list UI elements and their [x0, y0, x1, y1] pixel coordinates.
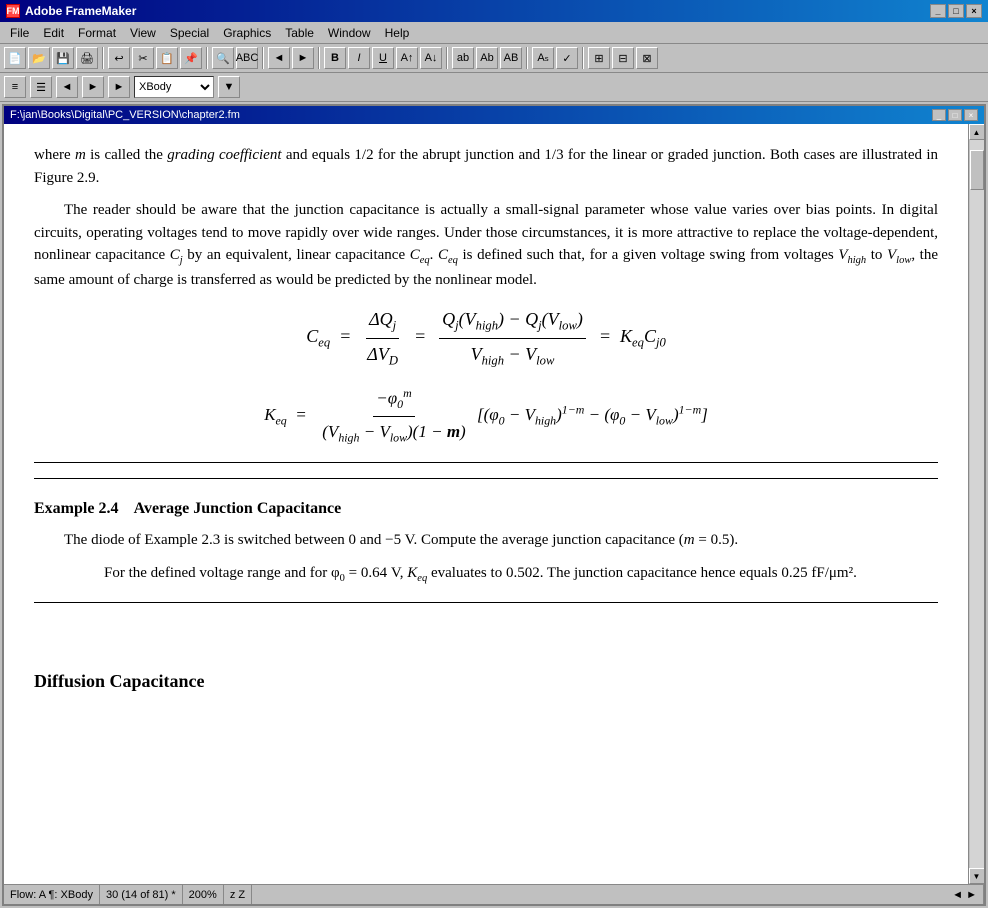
section-heading: Diffusion Capacitance — [34, 668, 938, 695]
scroll-down-button[interactable]: ▼ — [969, 868, 985, 884]
doc-window-controls: _ □ × — [932, 109, 978, 121]
dropdown-arrow[interactable]: ▼ — [218, 76, 240, 98]
menu-view[interactable]: View — [124, 24, 162, 42]
formula-ceq: Ceq = ΔQj ΔVD = Qj(Vhigh) − Qj(Vlow) Vhi… — [34, 306, 938, 370]
spell-button[interactable]: ABC — [236, 47, 258, 69]
char-style3[interactable]: AB — [500, 47, 522, 69]
doc-minimize[interactable]: _ — [932, 109, 946, 121]
scroll-thumb[interactable] — [970, 150, 984, 190]
cut-button[interactable]: ✂ — [132, 47, 154, 69]
align-center[interactable]: ☰ — [30, 76, 52, 98]
doc-title-bar: F:\jan\Books\Digital\PC_VERSION\chapter2… — [4, 106, 984, 124]
paragraph-style-dropdown[interactable]: XBody — [134, 76, 214, 98]
larger-font[interactable]: A↑ — [396, 47, 418, 69]
doc-close[interactable]: × — [964, 109, 978, 121]
scroll-right-btn[interactable]: ► — [966, 889, 977, 901]
intro-paragraph: where m is called the grading coefficien… — [34, 144, 938, 189]
grading-coeff: grading coefficient — [167, 147, 281, 163]
divider2 — [34, 602, 938, 603]
separator6 — [526, 47, 528, 69]
formula-keq: Keq = −φ0m (Vhigh − Vlow)(1 − m) [(φ0 − … — [34, 385, 938, 447]
example-section: Example 2.4 Average Junction Capacitance… — [34, 478, 938, 586]
separator7 — [582, 47, 584, 69]
italic-button[interactable]: I — [348, 47, 370, 69]
new-button[interactable]: 📄 — [4, 47, 26, 69]
table2[interactable]: ⊟ — [612, 47, 634, 69]
separator1 — [102, 47, 104, 69]
save-button[interactable]: 💾 — [52, 47, 74, 69]
menu-help[interactable]: Help — [379, 24, 416, 42]
scroll-left-btn[interactable]: ◄ — [952, 889, 963, 901]
menu-graphics[interactable]: Graphics — [217, 24, 277, 42]
nav-prev[interactable]: ◄ — [56, 76, 78, 98]
status-bar: Flow: A ¶: XBody 30 (14 of 81) * 200% z … — [4, 884, 984, 904]
toolbar-row2: ≡ ☰ ◄ ► ► XBody ▼ — [0, 73, 988, 102]
doc-title: F:\jan\Books\Digital\PC_VERSION\chapter2… — [10, 109, 240, 121]
table-button[interactable]: ⊞ — [588, 47, 610, 69]
app-title: Adobe FrameMaker — [25, 4, 136, 18]
doc-maximize[interactable]: □ — [948, 109, 962, 121]
content-area: where m is called the grading coefficien… — [4, 124, 984, 884]
paste-button[interactable]: 📌 — [180, 47, 202, 69]
menu-bar: File Edit Format View Special Graphics T… — [0, 22, 988, 44]
maximize-button[interactable]: □ — [948, 4, 964, 18]
nav-next2[interactable]: ► — [108, 76, 130, 98]
super-button[interactable]: As — [532, 47, 554, 69]
arrow-right[interactable]: ► — [292, 47, 314, 69]
align-left[interactable]: ≡ — [4, 76, 26, 98]
m-variable: m — [75, 147, 86, 163]
menu-file[interactable]: File — [4, 24, 35, 42]
separator4 — [318, 47, 320, 69]
menu-edit[interactable]: Edit — [37, 24, 70, 42]
copy-button[interactable]: 📋 — [156, 47, 178, 69]
separator5 — [446, 47, 448, 69]
status-indicators: z Z — [224, 885, 252, 904]
menu-window[interactable]: Window — [322, 24, 377, 42]
app-icon: FM — [6, 4, 20, 18]
menu-table[interactable]: Table — [279, 24, 320, 42]
example-content: The diode of Example 2.3 is switched bet… — [64, 529, 938, 586]
window-controls: _ □ × — [930, 4, 982, 18]
scroll-up-button[interactable]: ▲ — [969, 124, 985, 140]
underline-button[interactable]: U — [372, 47, 394, 69]
char-style2[interactable]: Ab — [476, 47, 498, 69]
find-button[interactable]: 🔍 — [212, 47, 234, 69]
menu-format[interactable]: Format — [72, 24, 122, 42]
page-content[interactable]: where m is called the grading coefficien… — [4, 124, 968, 884]
separator2 — [206, 47, 208, 69]
spacer — [34, 618, 938, 648]
char-style[interactable]: ab — [452, 47, 474, 69]
menu-special[interactable]: Special — [164, 24, 215, 42]
open-button[interactable]: 📂 — [28, 47, 50, 69]
status-nav[interactable]: ◄ ► — [252, 885, 984, 904]
status-zoom: 200% — [183, 885, 224, 904]
status-flow: Flow: A ¶: XBody — [4, 885, 100, 904]
arrow-left[interactable]: ◄ — [268, 47, 290, 69]
status-page: 30 (14 of 81) * — [100, 885, 183, 904]
example-solution: For the defined voltage range and for φ0… — [104, 562, 938, 587]
toolbar-row1: 📄 📂 💾 🖨 ↩ ✂ 📋 📌 🔍 ABC ◄ ► B I U A↑ A↓ ab… — [0, 44, 988, 73]
document-window: F:\jan\Books\Digital\PC_VERSION\chapter2… — [2, 104, 986, 906]
minimize-button[interactable]: _ — [930, 4, 946, 18]
divider1 — [34, 462, 938, 463]
example-problem: The diode of Example 2.3 is switched bet… — [64, 529, 938, 552]
separator3 — [262, 47, 264, 69]
title-bar: FM Adobe FrameMaker _ □ × — [0, 0, 988, 22]
bold-button[interactable]: B — [324, 47, 346, 69]
table3[interactable]: ⊠ — [636, 47, 658, 69]
undo-button[interactable]: ↩ — [108, 47, 130, 69]
example-heading: Example 2.4 Average Junction Capacitance — [34, 497, 938, 521]
main-paragraph: The reader should be aware that the junc… — [34, 199, 938, 291]
smaller-font[interactable]: A↓ — [420, 47, 442, 69]
close-button[interactable]: × — [966, 4, 982, 18]
print-button[interactable]: 🖨 — [76, 47, 98, 69]
scrollbar[interactable]: ▲ ▼ — [968, 124, 984, 884]
spell2[interactable]: ✓ — [556, 47, 578, 69]
scroll-track[interactable] — [970, 140, 984, 868]
nav-next[interactable]: ► — [82, 76, 104, 98]
